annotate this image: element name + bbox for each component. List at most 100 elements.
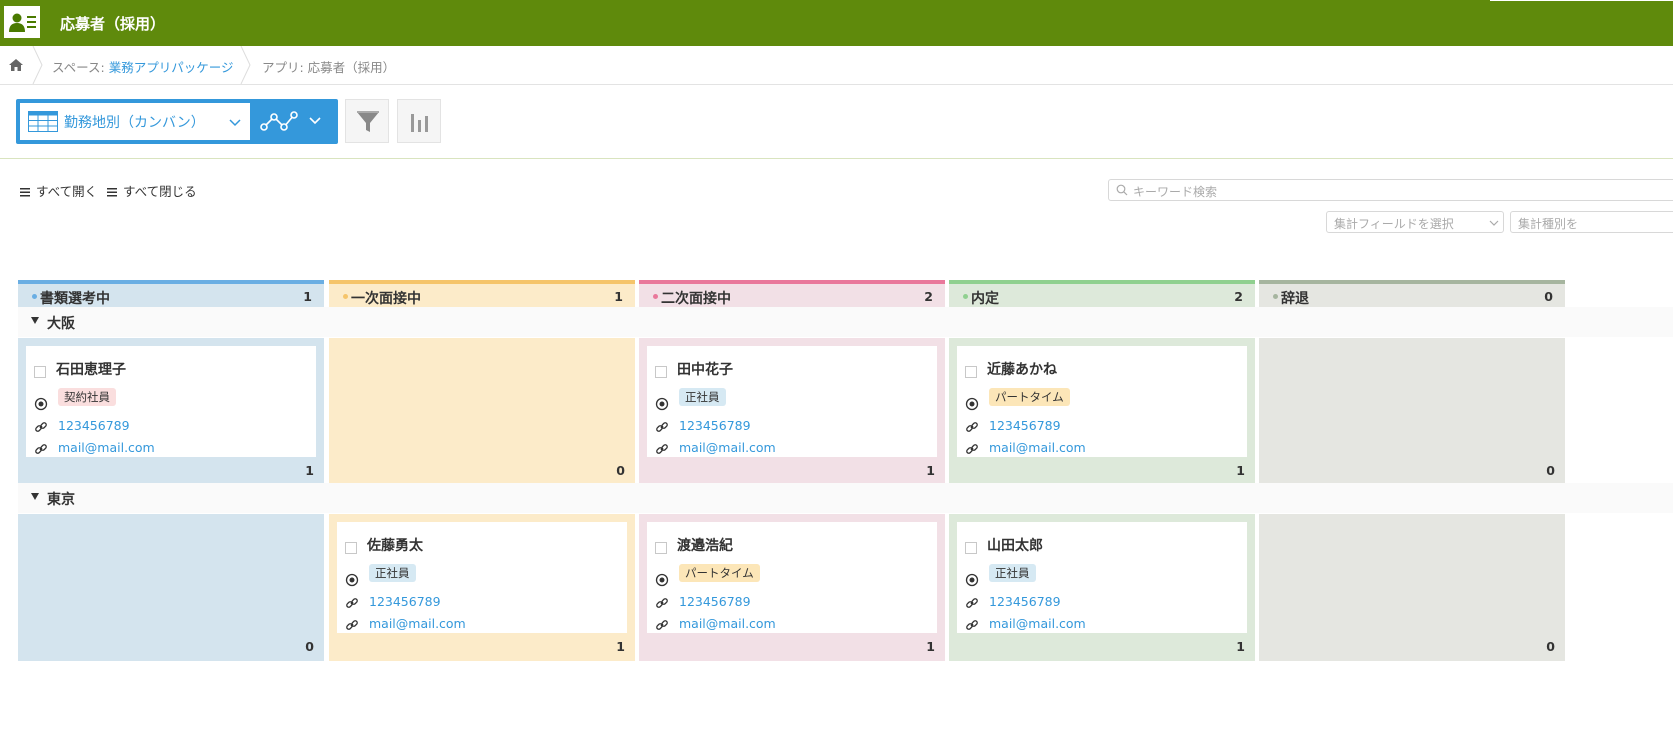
radio-icon xyxy=(965,573,979,587)
employment-tag: 正社員 xyxy=(369,564,416,582)
card-checkbox[interactable] xyxy=(655,542,667,554)
radio-icon xyxy=(345,573,359,587)
column-dot xyxy=(1273,294,1278,299)
search-input[interactable]: キーワード検索 xyxy=(1108,179,1673,201)
aggregation-field-placeholder: 集計フィールドを選択 xyxy=(1334,217,1454,231)
breadcrumb-space-link[interactable]: 業務アプリパッケージ xyxy=(109,60,234,75)
employment-tag: 契約社員 xyxy=(58,388,116,406)
chevron-down-icon[interactable] xyxy=(308,113,322,127)
aggregation-type-select[interactable]: 集計種別を xyxy=(1510,211,1673,233)
lane-tokyo-shorui: 0 xyxy=(18,514,324,661)
email-link[interactable]: mail@mail.com xyxy=(989,440,1086,455)
app-header: 応募者（採用） xyxy=(0,0,1673,46)
phone-link[interactable]: 123456789 xyxy=(989,594,1061,609)
collapse-all-link[interactable]: すべて閉じる xyxy=(107,181,197,200)
column-title: 内定 xyxy=(971,291,999,307)
lane-osaka-naitei: 近藤あかね パートタイム 123456789 mail@mail.com 1 xyxy=(949,338,1255,485)
view-dropdown[interactable]: 勤務地別（カンバン） xyxy=(20,103,250,140)
lane-tokyo-jitai: 0 xyxy=(1259,514,1565,661)
aggregation-field-select[interactable]: 集計フィールドを選択 xyxy=(1326,211,1504,233)
lane-count: 1 xyxy=(305,463,314,478)
lane-osaka-ichiji: 0 xyxy=(329,338,635,485)
applicant-card[interactable]: 渡邉浩紀 パートタイム 123456789 mail@mail.com xyxy=(647,522,937,633)
lane-tokyo-ichiji: 佐藤勇太 正社員 123456789 mail@mail.com 1 xyxy=(329,514,635,661)
applicant-card[interactable]: 佐藤勇太 正社員 123456789 mail@mail.com xyxy=(337,522,627,633)
bar-chart-icon xyxy=(411,114,428,132)
phone-link[interactable]: 123456789 xyxy=(679,418,751,433)
email-link[interactable]: mail@mail.com xyxy=(369,616,466,631)
applicant-name[interactable]: 石田恵理子 xyxy=(56,359,126,379)
lane-count: 0 xyxy=(305,639,314,654)
toolbar-divider xyxy=(0,158,1673,159)
app-contact-icon[interactable] xyxy=(4,6,40,38)
collapse-all-label: すべて閉じる xyxy=(123,184,197,199)
card-checkbox[interactable] xyxy=(345,542,357,554)
email-link[interactable]: mail@mail.com xyxy=(679,440,776,455)
link-icon xyxy=(966,598,978,608)
lane-tokyo-naitei: 山田太郎 正社員 123456789 mail@mail.com 1 xyxy=(949,514,1255,661)
chevron-down-icon xyxy=(229,119,241,127)
link-icon xyxy=(656,598,668,608)
expand-all-link[interactable]: すべて開く xyxy=(20,181,97,200)
applicant-name[interactable]: 渡邉浩紀 xyxy=(677,535,733,555)
home-icon[interactable] xyxy=(8,57,24,73)
link-icon xyxy=(346,620,358,630)
column-title: 一次面接中 xyxy=(351,291,421,307)
applicant-name[interactable]: 佐藤勇太 xyxy=(367,535,423,555)
chevron-down-icon xyxy=(1489,220,1499,226)
applicant-card[interactable]: 石田恵理子 契約社員 123456789 mail@mail.com xyxy=(26,346,316,457)
phone-link[interactable]: 123456789 xyxy=(58,418,130,433)
group-header-tokyo[interactable]: 東京 xyxy=(18,483,1673,513)
phone-link[interactable]: 123456789 xyxy=(989,418,1061,433)
list-icon xyxy=(107,188,117,197)
card-checkbox[interactable] xyxy=(965,366,977,378)
applicant-name[interactable]: 山田太郎 xyxy=(987,535,1043,555)
radio-icon xyxy=(655,573,669,587)
applicant-card[interactable]: 近藤あかね パートタイム 123456789 mail@mail.com xyxy=(957,346,1247,457)
lane-tokyo-niji: 渡邉浩紀 パートタイム 123456789 mail@mail.com 1 xyxy=(639,514,945,661)
group-label: 大阪 xyxy=(47,316,75,332)
breadcrumb-space: スペース: 業務アプリパッケージ xyxy=(52,57,233,76)
email-link[interactable]: mail@mail.com xyxy=(58,440,155,455)
lane-count: 1 xyxy=(926,639,935,654)
card-checkbox[interactable] xyxy=(34,366,46,378)
view-selector[interactable]: 勤務地別（カンバン） xyxy=(16,99,338,144)
link-icon xyxy=(966,620,978,630)
email-link[interactable]: mail@mail.com xyxy=(679,616,776,631)
applicant-card[interactable]: 山田太郎 正社員 123456789 mail@mail.com xyxy=(957,522,1247,633)
column-title: 二次面接中 xyxy=(661,291,731,307)
employment-tag: 正社員 xyxy=(679,388,726,406)
column-dot xyxy=(963,294,968,299)
phone-link[interactable]: 123456789 xyxy=(369,594,441,609)
column-header-shorui: 書類選考中 1 xyxy=(18,280,324,308)
card-checkbox[interactable] xyxy=(965,542,977,554)
lane-count: 1 xyxy=(1236,463,1245,478)
breadcrumb-app[interactable]: アプリ: 応募者（採用） xyxy=(262,57,395,76)
column-dot xyxy=(32,294,37,299)
collapse-triangle-icon[interactable] xyxy=(31,493,39,500)
filter-button[interactable] xyxy=(345,99,389,143)
graph-button[interactable] xyxy=(397,99,441,143)
applicant-name[interactable]: 田中花子 xyxy=(677,359,733,379)
breadcrumb: スペース: 業務アプリパッケージ アプリ: 応募者（採用） xyxy=(0,46,1673,85)
link-icon xyxy=(656,444,668,454)
applicant-name[interactable]: 近藤あかね xyxy=(987,359,1057,379)
link-icon xyxy=(35,444,47,454)
link-icon xyxy=(656,422,668,432)
lane-count: 1 xyxy=(616,639,625,654)
applicant-card[interactable]: 田中花子 正社員 123456789 mail@mail.com xyxy=(647,346,937,457)
header-edge-line xyxy=(1490,0,1673,1)
card-checkbox[interactable] xyxy=(655,366,667,378)
graph-icon[interactable] xyxy=(256,105,304,139)
lane-osaka-jitai: 0 xyxy=(1259,338,1565,485)
expand-all-label: すべて開く xyxy=(36,184,98,199)
search-icon xyxy=(1116,184,1128,196)
phone-link[interactable]: 123456789 xyxy=(679,594,751,609)
collapse-triangle-icon[interactable] xyxy=(31,317,39,324)
column-count: 2 xyxy=(924,289,933,304)
email-link[interactable]: mail@mail.com xyxy=(989,616,1086,631)
group-header-osaka[interactable]: 大阪 xyxy=(18,307,1673,337)
employment-tag: パートタイム xyxy=(679,564,760,582)
column-title: 書類選考中 xyxy=(40,291,110,307)
link-icon xyxy=(966,422,978,432)
